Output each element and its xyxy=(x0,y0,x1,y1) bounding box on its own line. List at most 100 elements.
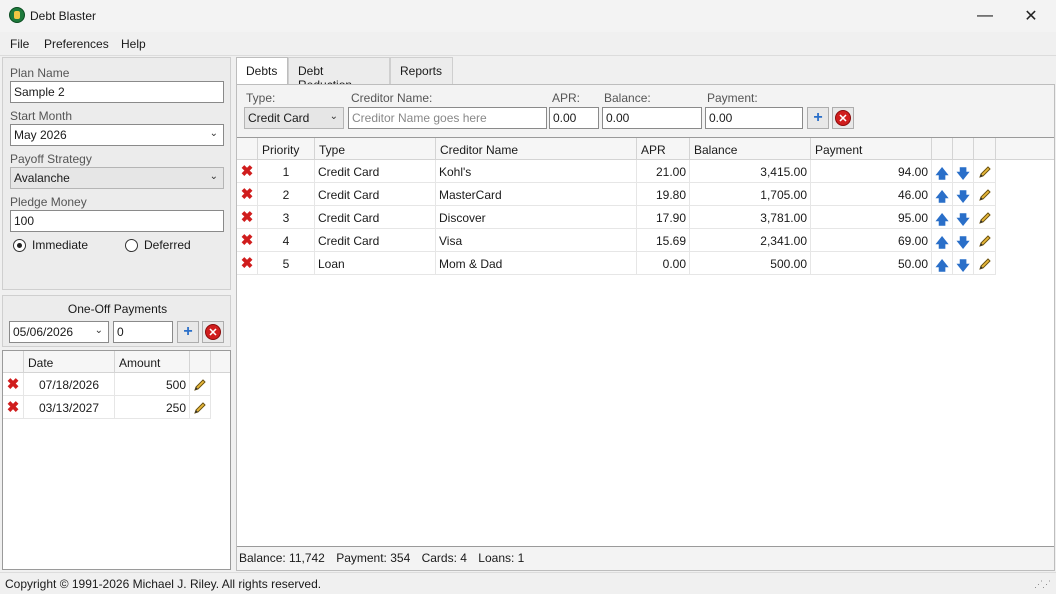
type-cell: Credit Card xyxy=(315,183,436,206)
creditor-cell: Visa xyxy=(436,229,637,252)
tab-debts[interactable]: Debts xyxy=(236,57,288,84)
edit-row-button[interactable] xyxy=(974,206,996,229)
creditor-cell: MasterCard xyxy=(436,183,637,206)
edit-row-button[interactable] xyxy=(974,160,996,183)
move-down-button[interactable]: 🡇 xyxy=(953,229,974,252)
chevron-down-icon: ⌄ xyxy=(209,171,218,182)
type-select[interactable]: Credit Card ⌄ xyxy=(244,107,344,129)
pencil-icon xyxy=(194,402,206,414)
edit-row-button[interactable] xyxy=(190,373,211,396)
one-off-date-select[interactable]: 05/06/2026 ⌄ xyxy=(9,321,109,343)
plus-icon: + xyxy=(813,109,823,126)
pledge-money-label: Pledge Money xyxy=(10,195,87,209)
payment-input[interactable]: 0.00 xyxy=(705,107,803,129)
header-payment: Payment xyxy=(811,138,932,160)
chevron-down-icon: ⌄ xyxy=(329,111,338,122)
one-off-payments-panel: One-Off Payments 05/06/2026 ⌄ 0 + ✕ xyxy=(2,295,231,347)
deferred-label: Deferred xyxy=(144,238,191,252)
pencil-icon xyxy=(978,166,991,178)
header-edit-col xyxy=(190,351,211,373)
app-logo-icon xyxy=(9,7,25,23)
type-cell: Credit Card xyxy=(315,229,436,252)
tab-debt-reduction[interactable]: Debt Reduction xyxy=(288,57,390,92)
delete-x-icon: ✖ xyxy=(240,209,254,226)
table-row: ✖ 2 Credit Card MasterCard 19.80 1,705.00 46.0… xyxy=(237,183,996,206)
start-month-value: May 2026 xyxy=(14,128,67,142)
arrow-up-icon: 🡅 xyxy=(935,212,949,227)
header-up-col xyxy=(932,138,953,160)
plan-name-input[interactable]: Sample 2 xyxy=(10,81,224,103)
delete-row-button[interactable]: ✖ xyxy=(237,183,258,206)
header-balance: Balance xyxy=(690,138,811,160)
close-button[interactable]: ✕ xyxy=(1008,0,1054,32)
edit-row-button[interactable] xyxy=(190,396,211,419)
move-down-button[interactable]: 🡇 xyxy=(953,206,974,229)
apr-label: APR: xyxy=(552,91,581,105)
payment-cell: 95.00 xyxy=(811,206,932,229)
delete-x-icon: ✖ xyxy=(240,232,254,249)
minimize-button[interactable]: — xyxy=(962,0,1008,32)
menu-help[interactable]: Help xyxy=(121,37,146,51)
tab-reports[interactable]: Reports xyxy=(390,57,453,84)
header-creditor-name: Creditor Name xyxy=(436,138,637,160)
one-off-amount-input[interactable]: 0 xyxy=(113,321,173,343)
edit-row-button[interactable] xyxy=(974,183,996,206)
delete-row-button[interactable]: ✖ xyxy=(237,206,258,229)
move-down-button[interactable]: 🡇 xyxy=(953,183,974,206)
apr-input[interactable]: 0.00 xyxy=(549,107,599,129)
chevron-down-icon: ⌄ xyxy=(94,325,103,336)
type-cell: Loan xyxy=(315,252,436,275)
delete-row-button[interactable]: ✖ xyxy=(3,373,24,396)
delete-row-button[interactable]: ✖ xyxy=(237,160,258,183)
balance-input[interactable]: 0.00 xyxy=(602,107,702,129)
table-row: ✖ 5 Loan Mom & Dad 0.00 500.00 50.00 🡅 🡇 xyxy=(237,252,996,275)
creditor-cell: Mom & Dad xyxy=(436,252,637,275)
move-up-button[interactable]: 🡅 xyxy=(932,252,953,275)
start-month-label: Start Month xyxy=(10,109,73,123)
payment-cell: 50.00 xyxy=(811,252,932,275)
remove-one-off-button[interactable]: ✕ xyxy=(202,321,224,343)
deferred-radio[interactable] xyxy=(125,239,138,252)
edit-row-button[interactable] xyxy=(974,252,996,275)
immediate-radio[interactable] xyxy=(13,239,26,252)
balance-cell: 500.00 xyxy=(690,252,811,275)
apr-cell: 19.80 xyxy=(637,183,690,206)
balance-label: Balance: xyxy=(604,91,651,105)
resize-grip-icon[interactable]: ⋰⋰ xyxy=(1034,579,1051,590)
menu-preferences[interactable]: Preferences xyxy=(44,37,109,51)
table-row: ✖ 4 Credit Card Visa 15.69 2,341.00 69.00 🡅 🡇 xyxy=(237,229,996,252)
move-down-button[interactable]: 🡇 xyxy=(953,252,974,275)
arrow-up-icon: 🡅 xyxy=(935,235,949,250)
start-month-select[interactable]: May 2026 ⌄ xyxy=(10,124,224,146)
move-up-button[interactable]: 🡅 xyxy=(932,206,953,229)
move-up-button[interactable]: 🡅 xyxy=(932,183,953,206)
delete-row-button[interactable]: ✖ xyxy=(237,252,258,275)
add-one-off-button[interactable]: + xyxy=(177,321,199,343)
delete-row-button[interactable]: ✖ xyxy=(237,229,258,252)
menu-file[interactable]: File xyxy=(10,37,29,51)
delete-x-icon: ✖ xyxy=(240,186,254,203)
move-up-button[interactable]: 🡅 xyxy=(932,160,953,183)
payoff-strategy-select[interactable]: Avalanche ⌄ xyxy=(10,167,224,189)
add-debt-button[interactable]: + xyxy=(807,107,829,129)
edit-row-button[interactable] xyxy=(974,229,996,252)
arrow-down-icon: 🡇 xyxy=(956,212,970,227)
balance-cell: 1,705.00 xyxy=(690,183,811,206)
summary-loans: Loans: 1 xyxy=(478,551,525,565)
creditor-name-input[interactable]: Creditor Name goes here xyxy=(348,107,547,129)
priority-cell: 4 xyxy=(258,229,315,252)
priority-cell: 1 xyxy=(258,160,315,183)
pledge-money-input[interactable]: 100 xyxy=(10,210,224,232)
move-up-button[interactable]: 🡅 xyxy=(932,229,953,252)
delete-row-button[interactable]: ✖ xyxy=(3,396,24,419)
payment-cell: 69.00 xyxy=(811,229,932,252)
type-cell: Credit Card xyxy=(315,160,436,183)
remove-circle-icon: ✕ xyxy=(205,324,221,340)
type-cell: Credit Card xyxy=(315,206,436,229)
pencil-icon xyxy=(978,212,991,224)
balance-cell: 2,341.00 xyxy=(690,229,811,252)
move-down-button[interactable]: 🡇 xyxy=(953,160,974,183)
pencil-icon xyxy=(978,189,991,201)
header-type: Type xyxy=(315,138,436,160)
remove-debt-button[interactable]: ✕ xyxy=(832,107,854,129)
